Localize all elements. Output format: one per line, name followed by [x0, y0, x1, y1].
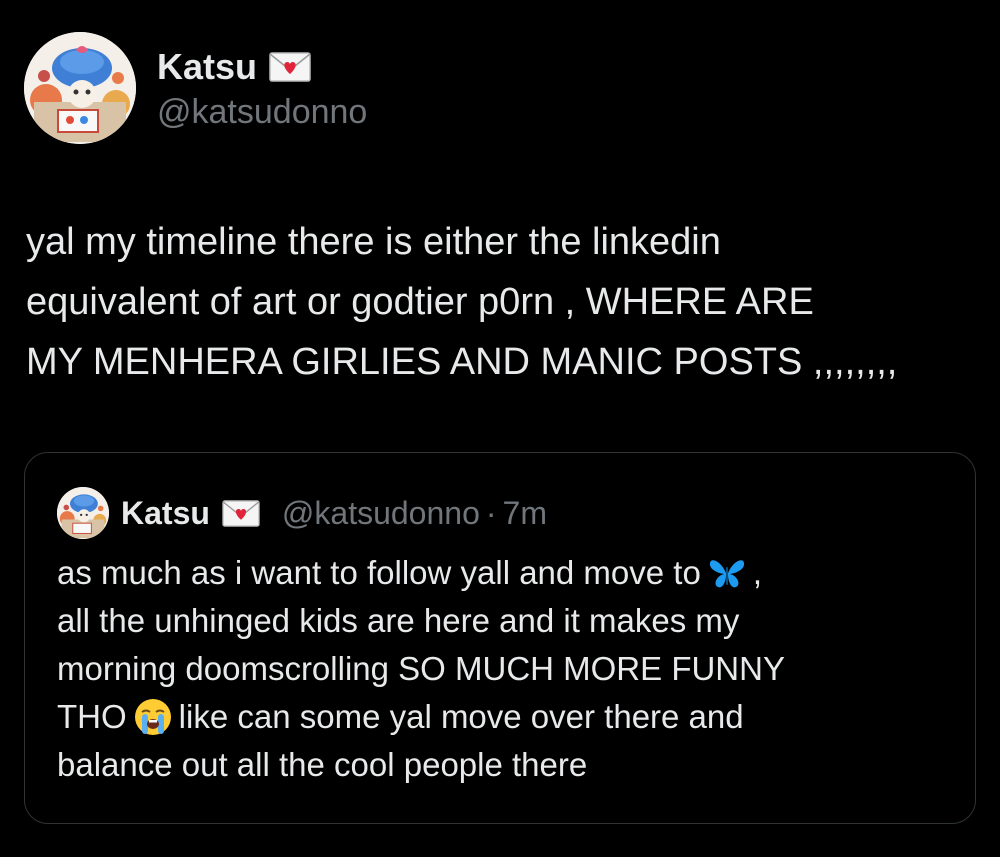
- quoted-tweet-timestamp[interactable]: 7m: [503, 495, 547, 532]
- butterfly-icon: [707, 553, 747, 593]
- quoted-text-line: THO like can some yal move over there an…: [57, 693, 957, 741]
- separator-dot: ·: [485, 494, 497, 531]
- quoted-text-line: balance out all the cool people there: [57, 746, 588, 783]
- quoted-text-segment: like can some yal move over there and: [178, 698, 744, 735]
- tweet-text: yal my timeline there is either the link…: [26, 212, 986, 392]
- quoted-text-segment: ,: [752, 554, 762, 591]
- avatar-illustration: [57, 487, 109, 539]
- quoted-text-line: morning doomscrolling SO MUCH MORE FUNNY: [57, 650, 785, 687]
- author-name-row[interactable]: Katsu: [157, 46, 311, 88]
- quoted-text-segment: THO: [57, 698, 127, 735]
- tweet-text-line: MY MENHERA GIRLIES AND MANIC POSTS ,,,,,…: [26, 341, 898, 383]
- quoted-author-handle[interactable]: @katsudonno: [282, 495, 480, 532]
- quoted-tweet-card[interactable]: Katsu @katsudonno · 7m as much as i want…: [24, 452, 976, 824]
- author-display-name[interactable]: Katsu: [157, 46, 257, 88]
- quoted-text-segment: as much as i want to follow yall and mov…: [57, 554, 701, 591]
- quoted-author-display-name[interactable]: Katsu: [121, 495, 210, 532]
- author-handle[interactable]: @katsudonno: [157, 92, 367, 132]
- tweet-text-line: yal my timeline there is either the link…: [26, 221, 721, 263]
- tweet-text-line: equivalent of art or godtier p0rn , WHER…: [26, 281, 814, 323]
- loudly-crying-face-icon: [133, 697, 173, 737]
- quoted-tweet-text: as much as i want to follow yall and mov…: [57, 549, 957, 789]
- avatar-illustration: [24, 32, 136, 144]
- quoted-author-avatar[interactable]: [57, 487, 109, 539]
- quoted-text-line: as much as i want to follow yall and mov…: [57, 549, 957, 597]
- love-letter-icon: [269, 52, 311, 82]
- love-letter-icon: [222, 499, 260, 527]
- quoted-text-line: all the unhinged kids are here and it ma…: [57, 602, 740, 639]
- author-avatar[interactable]: [24, 32, 136, 144]
- quoted-tweet-header[interactable]: Katsu @katsudonno · 7m: [121, 491, 547, 535]
